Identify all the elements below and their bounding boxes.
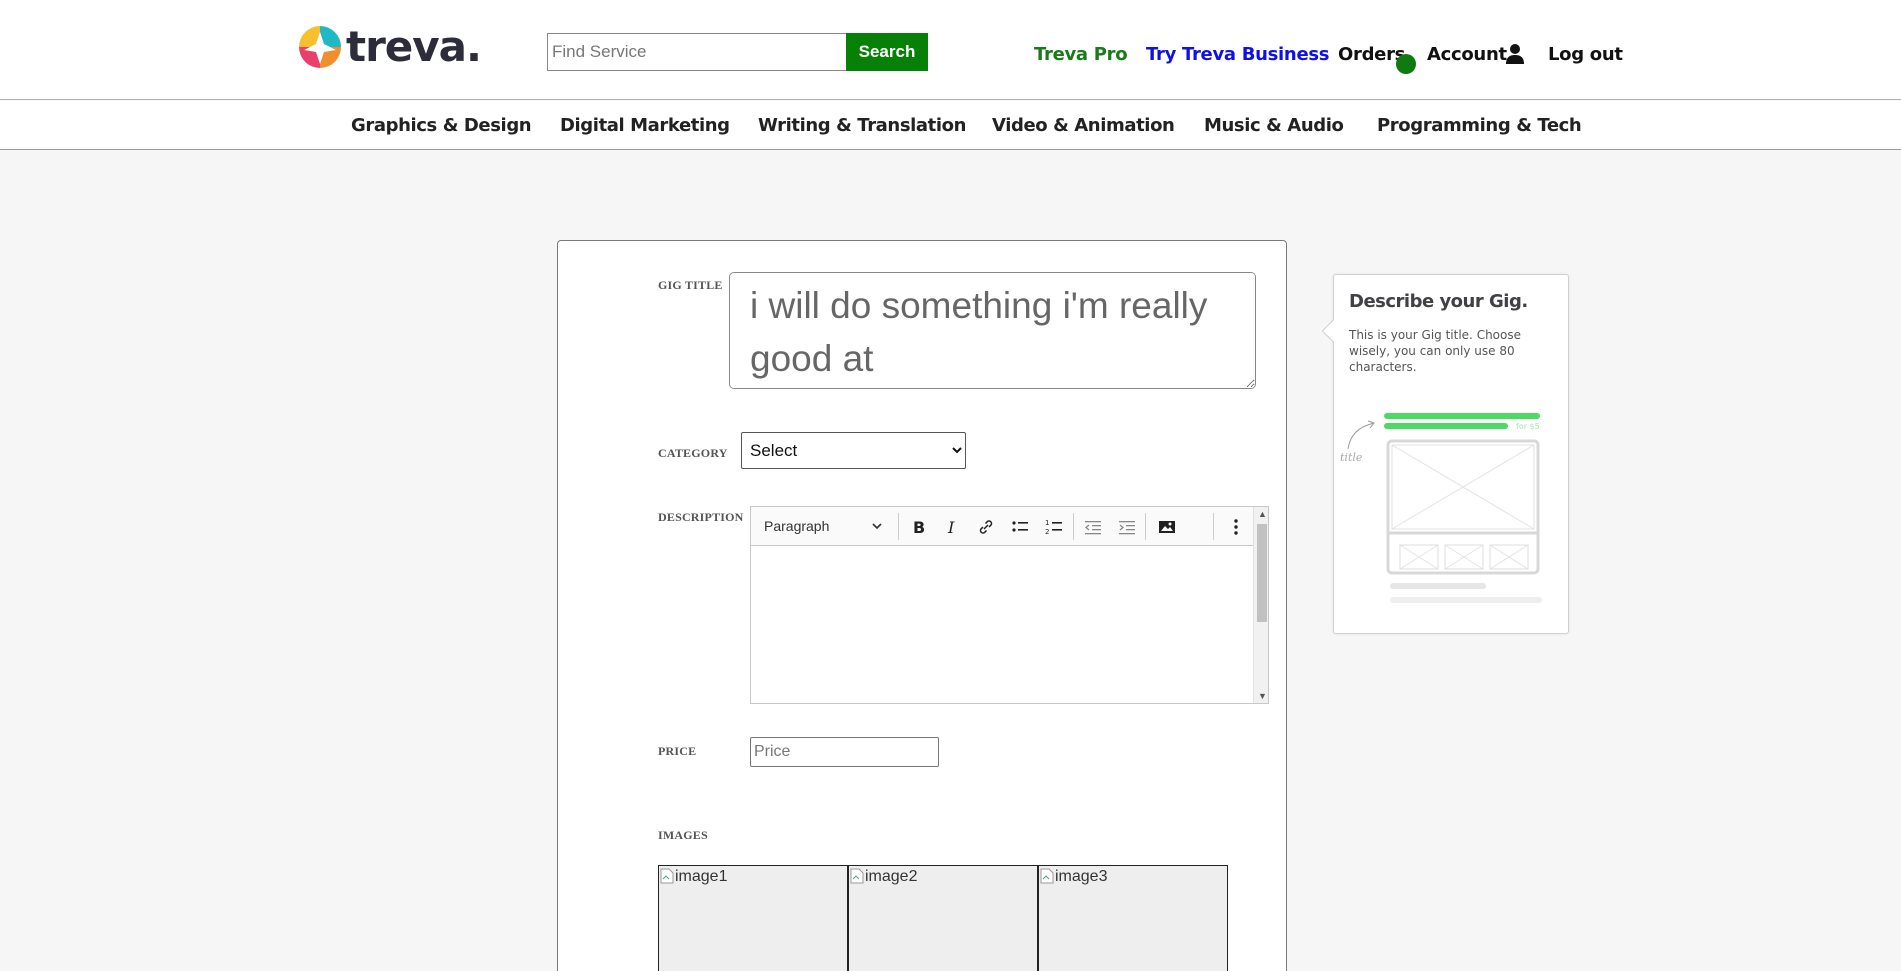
image-slot-2[interactable]: image2 — [848, 865, 1038, 971]
bulleted-list-icon[interactable] — [1009, 517, 1031, 537]
gig-title-label: GIG TITLE — [658, 278, 723, 292]
gig-preview-illustration: for $5 title — [1340, 413, 1542, 603]
insert-image-icon[interactable] — [1156, 517, 1178, 537]
logo-mark-icon — [299, 26, 341, 68]
italic-icon[interactable]: I — [941, 517, 963, 537]
chevron-down-icon[interactable] — [871, 519, 883, 533]
gig-title-textarea[interactable]: i will do something i'm really good at — [729, 272, 1256, 389]
category-writing-translation[interactable]: Writing & Translation — [758, 115, 966, 136]
category-digital-marketing[interactable]: Digital Marketing — [560, 115, 730, 136]
bold-icon[interactable]: B — [907, 517, 929, 537]
category-bar: Graphics & Design Digital Marketing Writ… — [0, 101, 1901, 150]
broken-image-icon — [1040, 868, 1054, 884]
tip-title: Describe your Gig. — [1349, 291, 1528, 312]
scroll-up-icon[interactable]: ▲ — [1258, 509, 1267, 519]
category-label: CATEGORY — [658, 446, 728, 460]
treva-logo[interactable]: treva. — [296, 22, 482, 71]
numbered-list-icon[interactable]: 12 — [1043, 517, 1065, 537]
scroll-down-icon[interactable]: ▼ — [1258, 691, 1267, 701]
link-icon[interactable] — [975, 517, 997, 537]
more-options-icon[interactable] — [1225, 517, 1247, 537]
tip-pointer — [1321, 319, 1345, 343]
svg-text:I: I — [947, 519, 955, 535]
top-header: treva. Search Treva Pro Try Treva Busine… — [0, 0, 1901, 100]
toolbar-divider — [898, 513, 899, 540]
description-editor: Paragraph B I 12 ▲ ▼ — [750, 506, 1269, 704]
category-graphics-design[interactable]: Graphics & Design — [351, 115, 532, 136]
price-input[interactable] — [750, 737, 939, 767]
nav-orders-link[interactable]: Orders — [1338, 44, 1405, 65]
editor-scrollbar[interactable]: ▲ ▼ — [1253, 507, 1268, 703]
nav-account-link[interactable]: Account — [1427, 44, 1507, 65]
svg-text:2: 2 — [1045, 528, 1049, 535]
tip-art-price-caption: for $5 — [1516, 422, 1540, 431]
image-slot-3[interactable]: image3 — [1038, 865, 1228, 971]
tip-art-title-caption: title — [1340, 451, 1363, 464]
editor-toolbar: Paragraph B I 12 — [751, 507, 1254, 546]
toolbar-divider — [1213, 513, 1214, 540]
svg-text:1: 1 — [1045, 519, 1049, 527]
category-select[interactable]: Select — [741, 432, 966, 469]
person-icon[interactable] — [1506, 44, 1524, 64]
image-alt-text: image2 — [865, 868, 918, 885]
nav-try-business-link[interactable]: Try Treva Business — [1146, 44, 1329, 65]
scrollbar-thumb[interactable] — [1257, 524, 1267, 622]
description-label: DESCRIPTION — [658, 510, 744, 524]
nav-treva-pro-link[interactable]: Treva Pro — [1034, 44, 1128, 65]
logo-text: treva. — [346, 22, 482, 71]
svg-text:B: B — [913, 519, 925, 535]
search-button[interactable]: Search — [846, 33, 928, 71]
orders-notification-dot — [1396, 54, 1416, 74]
broken-image-icon — [850, 868, 864, 884]
category-video-animation[interactable]: Video & Animation — [992, 115, 1175, 136]
indent-icon[interactable] — [1116, 517, 1138, 537]
price-label: PRICE — [658, 744, 697, 758]
image-alt-text: image1 — [675, 868, 728, 885]
tip-card: Describe your Gig. This is your Gig titl… — [1321, 274, 1569, 634]
outdent-icon[interactable] — [1082, 517, 1104, 537]
tip-text: This is your Gig title. Choose wisely, y… — [1349, 328, 1521, 374]
image-alt-text: image3 — [1055, 868, 1108, 885]
toolbar-divider — [1145, 513, 1146, 540]
editor-content-area[interactable] — [751, 547, 1254, 703]
images-label: IMAGES — [658, 828, 708, 842]
broken-image-icon — [660, 868, 674, 884]
search-input[interactable] — [547, 33, 847, 71]
image-slot-1[interactable]: image1 — [658, 865, 848, 971]
category-programming-tech[interactable]: Programming & Tech — [1377, 115, 1582, 136]
nav-logout-link[interactable]: Log out — [1548, 44, 1623, 65]
block-style-dropdown[interactable]: Paragraph — [764, 518, 829, 534]
toolbar-divider — [1073, 513, 1074, 540]
category-music-audio[interactable]: Music & Audio — [1204, 115, 1344, 136]
